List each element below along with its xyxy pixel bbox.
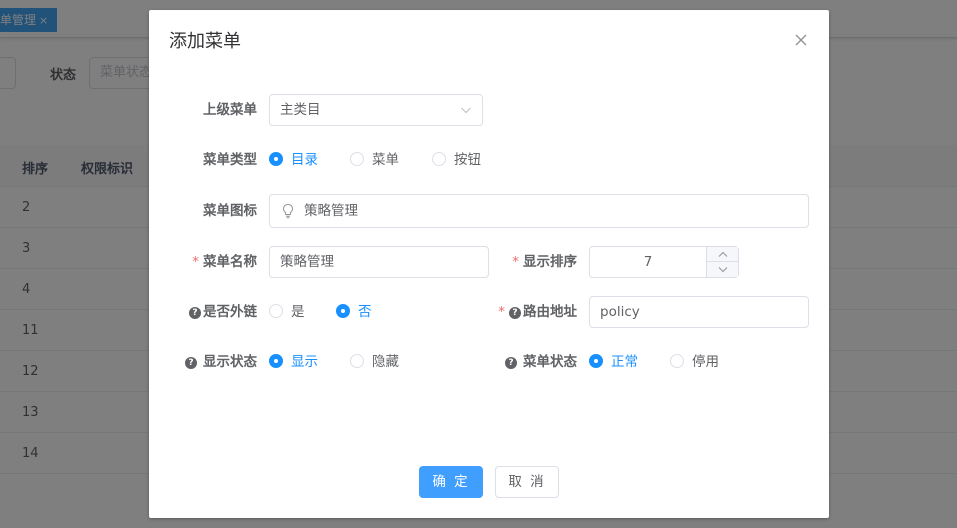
parent-menu-value: 主类目	[280, 102, 321, 118]
visible-status-radio-hide[interactable]: 隐藏	[350, 346, 399, 378]
display-order-label-text: 显示排序	[523, 254, 577, 270]
menu-name-label: * 菜单名称	[179, 246, 257, 278]
menu-icon-input[interactable]: 策略管理	[269, 194, 809, 228]
menu-status-label-text: 菜单状态	[523, 354, 577, 370]
radio-checked-icon	[336, 304, 350, 318]
radio-checked-icon	[269, 354, 283, 368]
menu-status-radio-normal[interactable]: 正常	[589, 346, 638, 378]
radio-unchecked-icon	[350, 152, 364, 166]
confirm-button[interactable]: 确 定	[419, 466, 483, 498]
menu-name-label-text: 菜单名称	[203, 254, 257, 270]
menu-status-label: ? 菜单状态	[489, 346, 577, 378]
external-link-radio-yes[interactable]: 是	[269, 296, 305, 328]
chevron-up-icon	[718, 251, 728, 257]
visible-status-label-text: 显示状态	[203, 354, 257, 370]
radio-label: 正常	[611, 354, 638, 370]
display-order-stepper[interactable]: 7	[589, 246, 739, 278]
radio-unchecked-icon	[432, 152, 446, 166]
route-path-value: policy	[600, 304, 640, 320]
parent-menu-select[interactable]: 主类目	[269, 94, 483, 126]
menu-status-radio-disabled[interactable]: 停用	[670, 346, 719, 378]
menu-type-radio-directory[interactable]: 目录	[269, 144, 318, 176]
required-mark: *	[512, 254, 519, 270]
display-order-value[interactable]: 7	[590, 247, 706, 277]
radio-label: 否	[358, 304, 372, 320]
question-circle-icon[interactable]: ?	[509, 307, 521, 319]
required-mark: *	[192, 254, 199, 270]
required-mark: *	[498, 304, 505, 320]
close-icon[interactable]	[793, 32, 809, 48]
cancel-button[interactable]: 取 消	[495, 466, 559, 498]
radio-label: 目录	[291, 152, 318, 168]
dialog-title: 添加菜单	[169, 31, 241, 52]
question-circle-icon[interactable]: ?	[185, 357, 197, 369]
stepper-increase-button[interactable]	[707, 247, 738, 262]
radio-label: 是	[291, 304, 305, 320]
visible-status-label: ? 显示状态	[169, 346, 257, 378]
external-link-label: ? 是否外链	[169, 296, 257, 328]
menu-name-input[interactable]: 策略管理	[269, 246, 489, 278]
question-circle-icon[interactable]: ?	[189, 307, 201, 319]
radio-label: 停用	[692, 354, 719, 370]
radio-checked-icon	[269, 152, 283, 166]
radio-unchecked-icon	[670, 354, 684, 368]
question-circle-icon[interactable]: ?	[505, 357, 517, 369]
route-path-input[interactable]: policy	[589, 296, 809, 328]
route-path-label: *? 路由地址	[479, 296, 577, 328]
stepper-decrease-button[interactable]	[707, 262, 738, 277]
parent-menu-label-text: 上级菜单	[203, 102, 257, 118]
menu-type-label: 菜单类型	[189, 144, 257, 176]
display-order-label: * 显示排序	[499, 246, 577, 278]
add-menu-dialog: 添加菜单 上级菜单 主类目 菜单类型 目录 菜单 按钮 菜单图标 策略管理 * 菜…	[149, 10, 829, 518]
external-link-label-text: 是否外链	[203, 304, 257, 320]
radio-unchecked-icon	[269, 304, 283, 318]
menu-type-radio-menu[interactable]: 菜单	[350, 144, 399, 176]
radio-unchecked-icon	[350, 354, 364, 368]
route-path-label-text: 路由地址	[523, 304, 577, 320]
radio-label: 隐藏	[372, 354, 399, 370]
chevron-down-icon	[461, 107, 471, 114]
stepper-controls	[706, 247, 738, 277]
chevron-down-icon	[718, 267, 728, 273]
menu-icon-label-text: 菜单图标	[203, 203, 257, 219]
radio-label: 显示	[291, 354, 318, 370]
visible-status-radio-show[interactable]: 显示	[269, 346, 318, 378]
menu-icon-value: 策略管理	[304, 203, 358, 219]
menu-type-radio-button[interactable]: 按钮	[432, 144, 481, 176]
parent-menu-label: 上级菜单	[189, 94, 257, 126]
menu-type-label-text: 菜单类型	[203, 152, 257, 168]
radio-checked-icon	[589, 354, 603, 368]
menu-icon-label: 菜单图标	[189, 195, 257, 227]
lightbulb-icon	[282, 203, 294, 219]
menu-name-value: 策略管理	[280, 254, 334, 270]
external-link-radio-no[interactable]: 否	[336, 296, 372, 328]
radio-label: 按钮	[454, 152, 481, 168]
radio-label: 菜单	[372, 152, 399, 168]
